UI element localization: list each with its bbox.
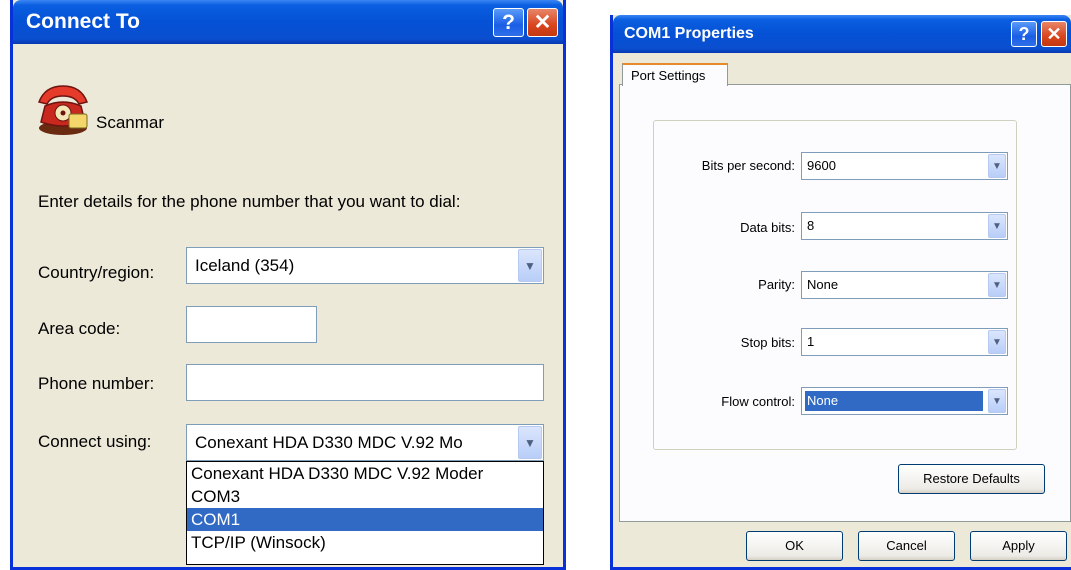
country-value: Iceland (354) bbox=[195, 256, 295, 275]
list-item[interactable]: TCP/IP (Winsock) bbox=[187, 531, 543, 554]
com1-properties-titlebar[interactable]: COM1 Properties ? ✕ bbox=[613, 15, 1071, 53]
chevron-down-icon[interactable]: ▼ bbox=[988, 389, 1006, 413]
close-button[interactable]: ✕ bbox=[1041, 21, 1067, 47]
connect-to-dialog: Connect To ? ✕ Scanmar Enter details for… bbox=[10, 0, 566, 570]
window-title: COM1 Properties bbox=[624, 25, 754, 42]
restore-defaults-button[interactable]: Restore Defaults bbox=[898, 464, 1045, 494]
connect-using-dropdown-list[interactable]: Conexant HDA D330 MDC V.92 Moder COM3 CO… bbox=[186, 461, 544, 565]
parity-value: None bbox=[807, 277, 839, 292]
help-button[interactable]: ? bbox=[1011, 21, 1037, 47]
list-item[interactable]: Conexant HDA D330 MDC V.92 Moder bbox=[187, 462, 543, 485]
telephone-icon bbox=[35, 82, 91, 138]
cancel-button[interactable]: Cancel bbox=[858, 531, 955, 561]
flow-control-label: Flow control: bbox=[721, 394, 795, 409]
tab-port-settings[interactable]: Port Settings bbox=[622, 63, 728, 86]
parity-select[interactable]: None ▼ bbox=[801, 271, 1008, 299]
parity-label: Parity: bbox=[758, 277, 795, 292]
phone-number-label: Phone number: bbox=[38, 374, 155, 393]
window-title: Connect To bbox=[26, 10, 140, 33]
chevron-down-icon[interactable]: ▼ bbox=[518, 249, 542, 282]
bits-per-second-select[interactable]: 9600 ▼ bbox=[801, 152, 1008, 180]
connect-using-value: Conexant HDA D330 MDC V.92 Mo bbox=[195, 433, 463, 452]
stop-bits-label: Stop bits: bbox=[740, 335, 795, 350]
country-label: Country/region: bbox=[38, 263, 155, 282]
chevron-down-icon[interactable]: ▼ bbox=[988, 154, 1006, 178]
chevron-down-icon[interactable]: ▼ bbox=[988, 330, 1006, 354]
dial-prompt: Enter details for the phone number that … bbox=[38, 192, 461, 211]
list-item-selected[interactable]: COM1 bbox=[187, 508, 543, 531]
data-bits-value: 8 bbox=[807, 218, 815, 233]
stop-bits-select[interactable]: 1 ▼ bbox=[801, 328, 1008, 356]
bits-per-second-label: Bits per second: bbox=[701, 158, 795, 173]
data-bits-label: Data bits: bbox=[740, 220, 795, 235]
ok-button[interactable]: OK bbox=[746, 531, 843, 561]
apply-button[interactable]: Apply bbox=[970, 531, 1067, 561]
connection-name: Scanmar bbox=[96, 113, 165, 132]
close-button[interactable]: ✕ bbox=[527, 8, 558, 37]
connect-to-titlebar[interactable]: Connect To ? ✕ bbox=[13, 0, 563, 44]
area-code-field[interactable] bbox=[186, 306, 317, 343]
phone-number-field[interactable] bbox=[186, 364, 544, 401]
bits-per-second-value: 9600 bbox=[807, 158, 836, 173]
connect-using-select[interactable]: Conexant HDA D330 MDC V.92 Mo ▼ bbox=[186, 424, 544, 461]
area-code-label: Area code: bbox=[38, 319, 121, 338]
flow-control-select[interactable]: None ▼ bbox=[801, 387, 1008, 415]
data-bits-select[interactable]: 8 ▼ bbox=[801, 212, 1008, 240]
flow-control-value: None bbox=[805, 391, 983, 411]
stop-bits-value: 1 bbox=[807, 334, 815, 349]
country-select[interactable]: Iceland (354) ▼ bbox=[186, 247, 544, 284]
chevron-down-icon[interactable]: ▼ bbox=[988, 273, 1006, 297]
com1-properties-dialog: COM1 Properties ? ✕ Port Settings Bits p… bbox=[610, 15, 1071, 570]
help-button[interactable]: ? bbox=[493, 8, 524, 37]
connect-using-label: Connect using: bbox=[38, 432, 152, 451]
chevron-down-icon[interactable]: ▼ bbox=[518, 426, 542, 459]
list-item[interactable]: COM3 bbox=[187, 485, 543, 508]
chevron-down-icon[interactable]: ▼ bbox=[988, 214, 1006, 238]
